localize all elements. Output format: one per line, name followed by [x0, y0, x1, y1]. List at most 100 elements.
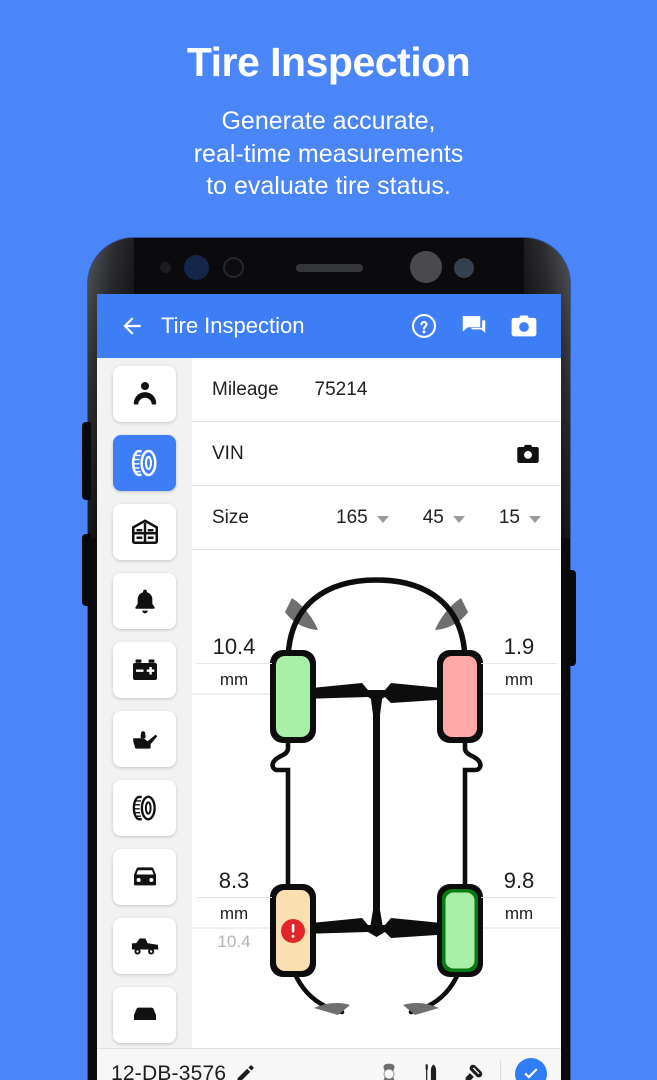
- sidebar-item-driver[interactable]: [113, 366, 176, 422]
- promo-header: Tire Inspection Generate accurate, real-…: [0, 0, 657, 203]
- camera-icon: [517, 444, 539, 463]
- car-hood-outline: [285, 577, 468, 665]
- front-right-value: 1.9: [503, 634, 535, 659]
- rear-right-value: 9.8: [503, 868, 535, 893]
- tire-rear-right: [437, 884, 483, 977]
- bottom-bar: 12-DB-3576: [97, 1048, 561, 1080]
- chat-button[interactable]: [449, 303, 499, 349]
- gauge-button[interactable]: [368, 1061, 410, 1080]
- oil-can-icon: [132, 731, 157, 749]
- sidebar-item-vehicle[interactable]: [113, 987, 176, 1043]
- sidebar-item-battery[interactable]: [113, 642, 176, 698]
- promo-subtitle: Generate accurate, real-time measurement…: [0, 105, 657, 203]
- front-right-unit: mm: [504, 670, 534, 690]
- front-left-value: 10.4: [212, 634, 256, 659]
- mileage-value: 75214: [314, 378, 368, 400]
- tools-icon: [425, 1063, 437, 1080]
- measurement-rear-left[interactable]: 8.3 mm 10.4: [196, 868, 272, 952]
- camera-icon: [511, 315, 537, 337]
- arrow-left-icon: [123, 317, 141, 335]
- rear-right-unit: mm: [504, 904, 534, 924]
- screwdriver-icon: [465, 1064, 483, 1080]
- sensor-icon: [160, 262, 171, 273]
- rear-left-previous-value: 10.4: [217, 932, 251, 952]
- screwdriver-button[interactable]: [452, 1061, 494, 1080]
- car-front-icon: [133, 867, 156, 886]
- measurement-front-left[interactable]: 10.4 mm: [196, 634, 272, 690]
- tire-profile-dropdown[interactable]: 45: [423, 507, 465, 529]
- chat-icon: [462, 316, 486, 333]
- tire-width-value: 165: [336, 506, 368, 528]
- screen-body: Mileage 75214 VIN Size 165 45 15 10.4 mm…: [97, 358, 561, 1080]
- promo-subtitle-line-1: Generate accurate,: [221, 107, 436, 135]
- sidebar-item-car-side[interactable]: [113, 918, 176, 974]
- tire-icon: [132, 795, 156, 821]
- measurement-rear-right[interactable]: 9.8 mm: [481, 868, 557, 924]
- promo-subtitle-line-2: real-time measurements: [193, 139, 464, 168]
- vin-camera-button[interactable]: [515, 441, 541, 467]
- sidebar-item-tire[interactable]: [113, 435, 176, 491]
- phone-device: Tire Inspection Mileage 75214 VIN Size 1…: [82, 238, 576, 1080]
- car-icon: [133, 1007, 156, 1020]
- help-button[interactable]: [399, 303, 449, 349]
- sidebar-item-oil[interactable]: [113, 711, 176, 767]
- bell-icon: [134, 589, 155, 614]
- divider: [481, 897, 557, 899]
- rear-left-unit: mm: [219, 904, 249, 924]
- earpiece-speaker: [296, 264, 363, 272]
- chevron-down-icon: [529, 515, 541, 523]
- camera-button[interactable]: [499, 303, 549, 349]
- pencil-icon: [237, 1064, 254, 1080]
- phone-screen: Tire Inspection Mileage 75214 VIN Size 1…: [97, 294, 561, 1080]
- size-label: Size: [212, 506, 249, 528]
- car-diagram: 10.4 mm 1.9 mm 8.3 mm 10.4 9.8 mm: [192, 550, 561, 1020]
- divider: [196, 897, 272, 899]
- front-camera-icon: [410, 251, 442, 283]
- page-root: Tire Inspection Generate accurate, real-…: [0, 0, 657, 1080]
- promo-subtitle-line-3: to evaluate tire status.: [206, 172, 451, 200]
- volume-down-button[interactable]: [82, 534, 91, 606]
- chevron-down-icon: [452, 515, 465, 523]
- edit-plate-button[interactable]: [235, 1064, 255, 1080]
- windows-icon: [131, 519, 158, 544]
- app-bar: Tire Inspection: [97, 294, 561, 358]
- divider: [481, 663, 557, 665]
- sidebar-item-wheels[interactable]: [113, 780, 176, 836]
- tire-rear-left: [270, 884, 316, 977]
- car-side-icon: [131, 938, 158, 955]
- measurement-front-right[interactable]: 1.9 mm: [481, 634, 557, 690]
- size-row: Size 165 45 15: [192, 486, 561, 550]
- chevron-down-icon: [376, 515, 389, 523]
- size-dropdown-group: 165 45 15: [249, 507, 541, 529]
- rear-left-value: 8.3: [218, 868, 250, 893]
- tools-button[interactable]: [410, 1062, 452, 1080]
- battery-icon: [132, 659, 157, 680]
- sidebar: [97, 358, 192, 1080]
- divider: [500, 1060, 501, 1080]
- vin-label: VIN: [212, 442, 244, 464]
- sidebar-item-windows[interactable]: [113, 504, 176, 560]
- proximity-sensor-icon: [223, 257, 244, 278]
- tire-width-dropdown[interactable]: 165: [336, 507, 389, 529]
- volume-up-button[interactable]: [82, 422, 91, 500]
- tire-front-right: [437, 650, 483, 743]
- center-spine: [370, 692, 383, 928]
- help-circle-icon: [411, 313, 437, 339]
- tire-rim-value: 15: [498, 506, 520, 528]
- sidebar-item-car-front[interactable]: [113, 849, 176, 905]
- content-panel: Mileage 75214 VIN Size 165 45 15 10.4 mm…: [192, 358, 561, 1080]
- divider: [196, 663, 272, 665]
- gauge-icon: [383, 1063, 395, 1080]
- tire-rim-dropdown[interactable]: 15: [499, 507, 541, 529]
- license-plate: 12-DB-3576: [111, 1061, 227, 1080]
- iris-scanner-icon: [184, 255, 209, 280]
- check-icon: [524, 1067, 538, 1079]
- confirm-button[interactable]: [515, 1057, 547, 1080]
- sidebar-item-alerts[interactable]: [113, 573, 176, 629]
- back-button[interactable]: [109, 303, 155, 349]
- vin-row[interactable]: VIN: [192, 422, 561, 486]
- driver-icon: [133, 382, 156, 405]
- mileage-row[interactable]: Mileage 75214: [192, 358, 561, 422]
- tire-profile-value: 45: [422, 506, 444, 528]
- power-button[interactable]: [567, 570, 576, 666]
